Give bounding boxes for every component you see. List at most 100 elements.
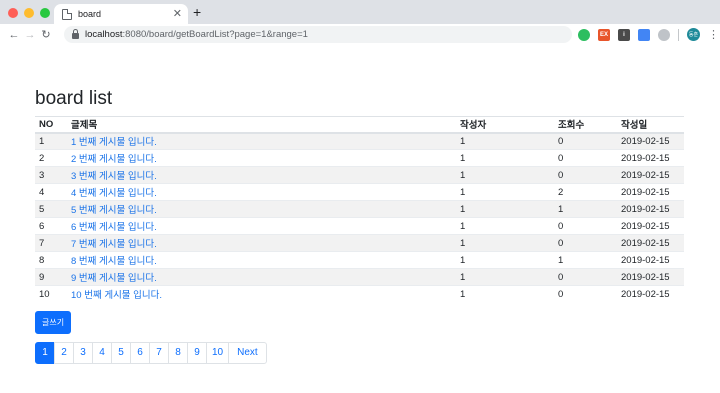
cell-no: 2: [35, 149, 67, 167]
address-bar[interactable]: localhost:8080/board/getBoardList?page=1…: [64, 26, 572, 43]
page-link-1[interactable]: 1: [35, 341, 55, 364]
cell-views: 2: [554, 183, 617, 201]
page-icon: [62, 8, 72, 20]
post-title-link[interactable]: 5 번째 게시물 입니다.: [71, 205, 157, 216]
page-link-5[interactable]: 5: [111, 341, 131, 364]
new-tab-icon[interactable]: +: [193, 5, 201, 19]
post-title-link[interactable]: 3 번째 게시물 입니다.: [71, 171, 157, 182]
post-title-link[interactable]: 7 번째 게시물 입니다.: [71, 239, 157, 250]
browser-toolbar: ← → ↻ localhost:8080/board/getBoardList?…: [0, 24, 720, 45]
window-controls: [8, 8, 50, 18]
browser-chrome: board ✕ + ← → ↻ localhost:8080/board/get…: [0, 0, 720, 45]
cell-title: 7 번째 게시물 입니다.: [67, 234, 456, 252]
post-title-link[interactable]: 2 번째 게시물 입니다.: [71, 154, 157, 165]
post-title-link[interactable]: 9 번째 게시물 입니다.: [71, 273, 157, 284]
cell-views: 0: [554, 166, 617, 184]
cell-title: 8 번째 게시물 입니다.: [67, 251, 456, 269]
table-row: 55 번째 게시물 입니다. 1 1 2019-02-15: [35, 200, 684, 218]
cell-no: 10: [35, 285, 67, 303]
cell-views: 1: [554, 251, 617, 269]
url-text: localhost:8080/board/getBoardList?page=1…: [85, 29, 308, 40]
cell-title: 6 번째 게시물 입니다.: [67, 217, 456, 235]
tab-strip: board ✕ +: [0, 0, 720, 24]
post-title-link[interactable]: 4 번째 게시물 입니다.: [71, 188, 157, 199]
cell-writer: 1: [456, 285, 554, 303]
close-window-button[interactable]: [8, 8, 18, 18]
cell-views: 1: [554, 200, 617, 218]
cell-no: 1: [35, 132, 67, 150]
table-row: 2 2 번째 게시물 입니다. 1 0 2019-02-15: [35, 149, 684, 167]
post-title-link[interactable]: 10 번째 게시물 입니다.: [71, 290, 162, 301]
page-link-6[interactable]: 6: [130, 341, 150, 364]
page-link-10[interactable]: 10: [206, 341, 230, 364]
extension-blue-icon[interactable]: [638, 28, 650, 41]
extension-ex-icon[interactable]: EX: [598, 28, 610, 41]
cell-writer: 1: [456, 251, 554, 269]
cell-title: 1 번째 게시물 입니다.: [67, 132, 456, 150]
post-title-link[interactable]: 1 번째 게시물 입니다.: [71, 137, 157, 148]
profile-avatar[interactable]: 동훈: [687, 28, 700, 41]
cell-writer: 1: [456, 132, 554, 150]
page-content: board list NO 글제목 작성자 조회수 작성일 1 1 번째 게시물 …: [0, 45, 720, 393]
board-table: NO 글제목 작성자 조회수 작성일 11 번째 게시물 입니다. 1 0 2019-…: [35, 116, 684, 303]
cell-views: 0: [554, 217, 617, 235]
board-container: board list NO 글제목 작성자 조회수 작성일 1 1 번째 게시물 …: [35, 88, 684, 364]
cell-writer: 1: [456, 166, 554, 184]
cell-no: 3: [35, 166, 67, 184]
cell-writer: 1: [456, 200, 554, 218]
header-date: 작성일: [617, 116, 684, 134]
post-title-link[interactable]: 8 번째 게시물 입니다.: [71, 256, 157, 267]
cell-date: 2019-02-15: [617, 200, 684, 218]
cell-views: 0: [554, 132, 617, 150]
table-row: 88 번째 게시물 입니다. 1 1 2019-02-15: [35, 251, 684, 269]
toolbar-divider: [678, 28, 679, 41]
cell-date: 2019-02-15: [617, 183, 684, 201]
cell-views: 0: [554, 268, 617, 286]
header-writer: 작성자: [456, 116, 554, 134]
page-link-9[interactable]: 9: [187, 341, 207, 364]
page-link-8[interactable]: 8: [168, 341, 188, 364]
back-icon[interactable]: ←: [6, 29, 22, 41]
cell-date: 2019-02-15: [617, 268, 684, 286]
page-link-2[interactable]: 2: [54, 341, 74, 364]
evernote-icon[interactable]: [578, 28, 590, 41]
table-row: 4 4 번째 게시물 입니다. 1 2 2019-02-15: [35, 183, 684, 201]
cell-no: 7: [35, 234, 67, 252]
cell-title: 10 번째 게시물 입니다.: [67, 285, 456, 303]
cell-views: 0: [554, 149, 617, 167]
cell-no: 4: [35, 183, 67, 201]
cell-title: 9 번째 게시물 입니다.: [67, 268, 456, 286]
cell-title: 3 번째 게시물 입니다.: [67, 166, 456, 184]
cell-title: 2 번째 게시물 입니다.: [67, 149, 456, 167]
browser-tab[interactable]: board ✕: [54, 4, 188, 24]
menu-icon[interactable]: ⋮: [708, 28, 719, 41]
write-button[interactable]: 글쓰기: [35, 310, 72, 334]
table-row: 9 9 번째 게시물 입니다. 1 0 2019-02-15: [35, 268, 684, 286]
cell-no: 5: [35, 200, 67, 218]
table-row: 6 6 번째 게시물 입니다. 1 0 2019-02-15: [35, 217, 684, 235]
header-views: 조회수: [554, 116, 617, 134]
lock-icon: [72, 29, 79, 39]
forward-icon[interactable]: →: [22, 29, 38, 41]
cell-writer: 1: [456, 268, 554, 286]
page-link-7[interactable]: 7: [149, 341, 169, 364]
minimize-window-button[interactable]: [24, 8, 34, 18]
cell-date: 2019-02-15: [617, 285, 684, 303]
page-title: board list: [35, 88, 113, 109]
cell-no: 9: [35, 268, 67, 286]
maximize-window-button[interactable]: [40, 8, 50, 18]
extension-info-icon[interactable]: i: [618, 28, 630, 41]
page-link-4[interactable]: 4: [92, 341, 112, 364]
reload-icon[interactable]: ↻: [38, 28, 54, 41]
tab-close-icon[interactable]: ✕: [173, 8, 182, 20]
tab-title: board: [78, 9, 102, 19]
table-row: 11 번째 게시물 입니다. 1 0 2019-02-15: [35, 132, 684, 150]
next-page-button[interactable]: Next: [228, 341, 267, 364]
pagination: 1 2 3 4 5 6 7 8 9 10 Next: [35, 341, 684, 364]
post-title-link[interactable]: 6 번째 게시물 입니다.: [71, 222, 157, 233]
cloud-icon[interactable]: [658, 28, 670, 41]
cell-writer: 1: [456, 217, 554, 235]
cell-views: 0: [554, 285, 617, 303]
cell-title: 4 번째 게시물 입니다.: [67, 183, 456, 201]
page-link-3[interactable]: 3: [73, 341, 93, 364]
